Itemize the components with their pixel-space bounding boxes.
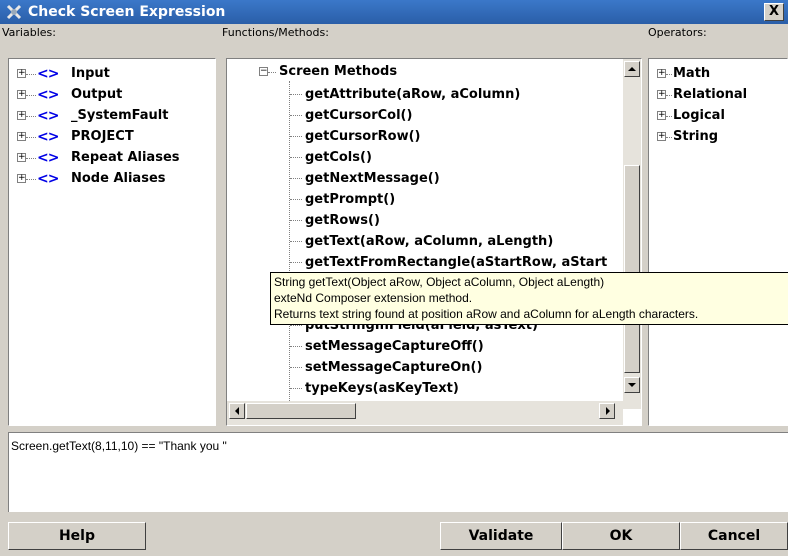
operator-label: String — [673, 129, 719, 144]
expand-icon[interactable]: + — [657, 111, 666, 120]
variable-label: Repeat Aliases — [71, 150, 180, 165]
operators-tree[interactable]: + Math + Relational + Logical + String — [648, 58, 788, 426]
expand-icon[interactable]: + — [17, 153, 26, 162]
tooltip-description: exteNd Composer extension method. — [274, 291, 473, 305]
tag-icon: <> — [37, 108, 59, 124]
variable-label: _SystemFault — [71, 108, 169, 123]
expression-editor[interactable]: Screen.getText(8,11,10) == "Thank you " — [8, 432, 788, 512]
app-icon — [6, 4, 22, 20]
expand-icon[interactable]: + — [17, 132, 26, 141]
tag-icon: <> — [37, 129, 59, 145]
scroll-right-button[interactable] — [599, 403, 615, 419]
tag-icon: <> — [37, 87, 59, 103]
variable-label: Input — [71, 66, 110, 81]
scroll-down-button[interactable] — [624, 377, 640, 393]
right-arrow-icon — [606, 407, 610, 415]
up-arrow-icon — [628, 67, 636, 71]
operator-label: Relational — [673, 87, 748, 102]
help-button[interactable]: Help — [8, 522, 146, 550]
variables-label: Variables: — [2, 26, 56, 39]
validate-button[interactable]: Validate — [440, 522, 562, 550]
operator-label: Logical — [673, 108, 725, 123]
horizontal-scroll-thumb[interactable] — [246, 403, 356, 419]
expand-icon[interactable]: + — [17, 69, 26, 78]
vertical-scroll-thumb[interactable] — [624, 165, 640, 373]
title-bar: Check Screen Expression X — [0, 0, 788, 24]
down-arrow-icon — [628, 383, 636, 387]
functions-tree[interactable]: − Screen Methods getAttribute(aRow, aCol… — [226, 58, 642, 426]
tag-icon: <> — [37, 66, 59, 82]
variable-label: Output — [71, 87, 123, 102]
cancel-button[interactable]: Cancel — [680, 522, 788, 550]
expand-icon[interactable]: + — [17, 174, 26, 183]
expand-icon[interactable]: + — [17, 90, 26, 99]
operators-label: Operators: — [648, 26, 707, 39]
variable-label: PROJECT — [71, 129, 134, 144]
tooltip-signature: String getText(Object aRow, Object aColu… — [274, 275, 605, 289]
tag-icon: <> — [37, 150, 59, 166]
left-arrow-icon — [235, 407, 239, 415]
tag-icon: <> — [37, 171, 59, 187]
ok-button[interactable]: OK — [562, 522, 680, 550]
scroll-up-button[interactable] — [624, 61, 640, 77]
screen-methods-label: Screen Methods — [279, 64, 398, 79]
variable-label: Node Aliases — [71, 171, 166, 186]
scroll-left-button[interactable] — [229, 403, 245, 419]
expand-icon[interactable]: + — [657, 69, 666, 78]
window-title: Check Screen Expression — [28, 4, 226, 20]
variables-tree[interactable]: + <> Input + <> Output + <> _SystemFault… — [8, 58, 216, 426]
collapse-icon[interactable]: − — [259, 67, 268, 76]
expand-icon[interactable]: + — [657, 132, 666, 141]
close-button[interactable]: X — [764, 3, 784, 21]
functions-label: Functions/Methods: — [222, 26, 329, 39]
expand-icon[interactable]: + — [657, 90, 666, 99]
expand-icon[interactable]: + — [17, 111, 26, 120]
method-tooltip: String getText(Object aRow, Object aColu… — [270, 272, 788, 325]
tooltip-detail: Returns text string found at position aR… — [274, 307, 699, 321]
operator-label: Math — [673, 66, 711, 81]
